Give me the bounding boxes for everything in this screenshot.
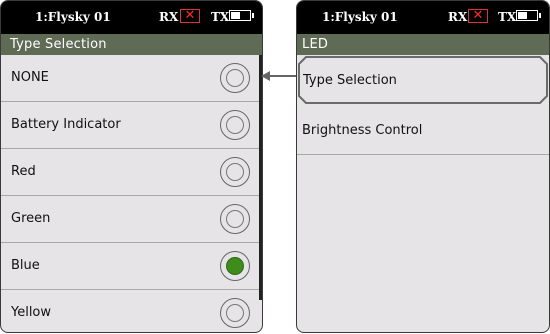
option-label: Yellow — [11, 305, 52, 320]
radio-button-selected[interactable] — [220, 251, 250, 281]
model-name: 1:Flysky 01 — [322, 10, 398, 24]
page-title: Type Selection — [1, 34, 262, 55]
battery-icon — [516, 10, 541, 21]
option-green[interactable]: Green — [1, 196, 259, 243]
menu-item-type-selection[interactable]: Type Selection — [297, 55, 549, 105]
rx-label: RX — [448, 10, 468, 24]
option-red[interactable]: Red — [1, 149, 259, 196]
radio-button[interactable] — [220, 110, 250, 140]
led-screen: 1:Flysky 01 RX ✕ TX LED Type Selection B… — [296, 0, 550, 333]
option-label: Battery Indicator — [11, 117, 121, 132]
model-name: 1:Flysky 01 — [35, 10, 111, 24]
rx-label: RX — [159, 10, 179, 24]
navigation-arrow-icon — [261, 71, 298, 81]
led-menu-list: Type Selection Brightness Control — [297, 55, 549, 155]
type-option-list: NONE Battery Indicator Red Green Blue Ye… — [1, 55, 259, 332]
tx-label: TX — [211, 10, 230, 24]
scrollbar[interactable] — [259, 55, 262, 300]
option-none[interactable]: NONE — [1, 55, 259, 102]
rx-disconnected-icon: ✕ — [468, 9, 488, 23]
option-battery-indicator[interactable]: Battery Indicator — [1, 102, 259, 149]
option-label: NONE — [11, 70, 49, 85]
option-label: Green — [11, 211, 51, 226]
option-label: Blue — [11, 258, 40, 273]
option-blue[interactable]: Blue — [1, 243, 259, 290]
menu-item-label: Brightness Control — [302, 123, 423, 138]
menu-item-brightness-control[interactable]: Brightness Control — [297, 105, 549, 155]
type-selection-screen: 1:Flysky 01 RX ✕ TX Type Selection NONE … — [0, 0, 263, 333]
tx-label: TX — [498, 10, 517, 24]
radio-button[interactable] — [220, 298, 250, 328]
menu-item-label: Type Selection — [303, 73, 397, 88]
radio-button[interactable] — [220, 63, 250, 93]
battery-icon — [229, 10, 254, 21]
status-bar: 1:Flysky 01 RX ✕ TX — [1, 1, 262, 34]
option-label: Red — [11, 164, 36, 179]
option-yellow[interactable]: Yellow — [1, 290, 259, 332]
radio-button[interactable] — [220, 157, 250, 187]
status-bar: 1:Flysky 01 RX ✕ TX — [297, 1, 549, 34]
rx-disconnected-icon: ✕ — [180, 9, 200, 23]
page-title: LED — [297, 34, 549, 55]
radio-button[interactable] — [220, 204, 250, 234]
